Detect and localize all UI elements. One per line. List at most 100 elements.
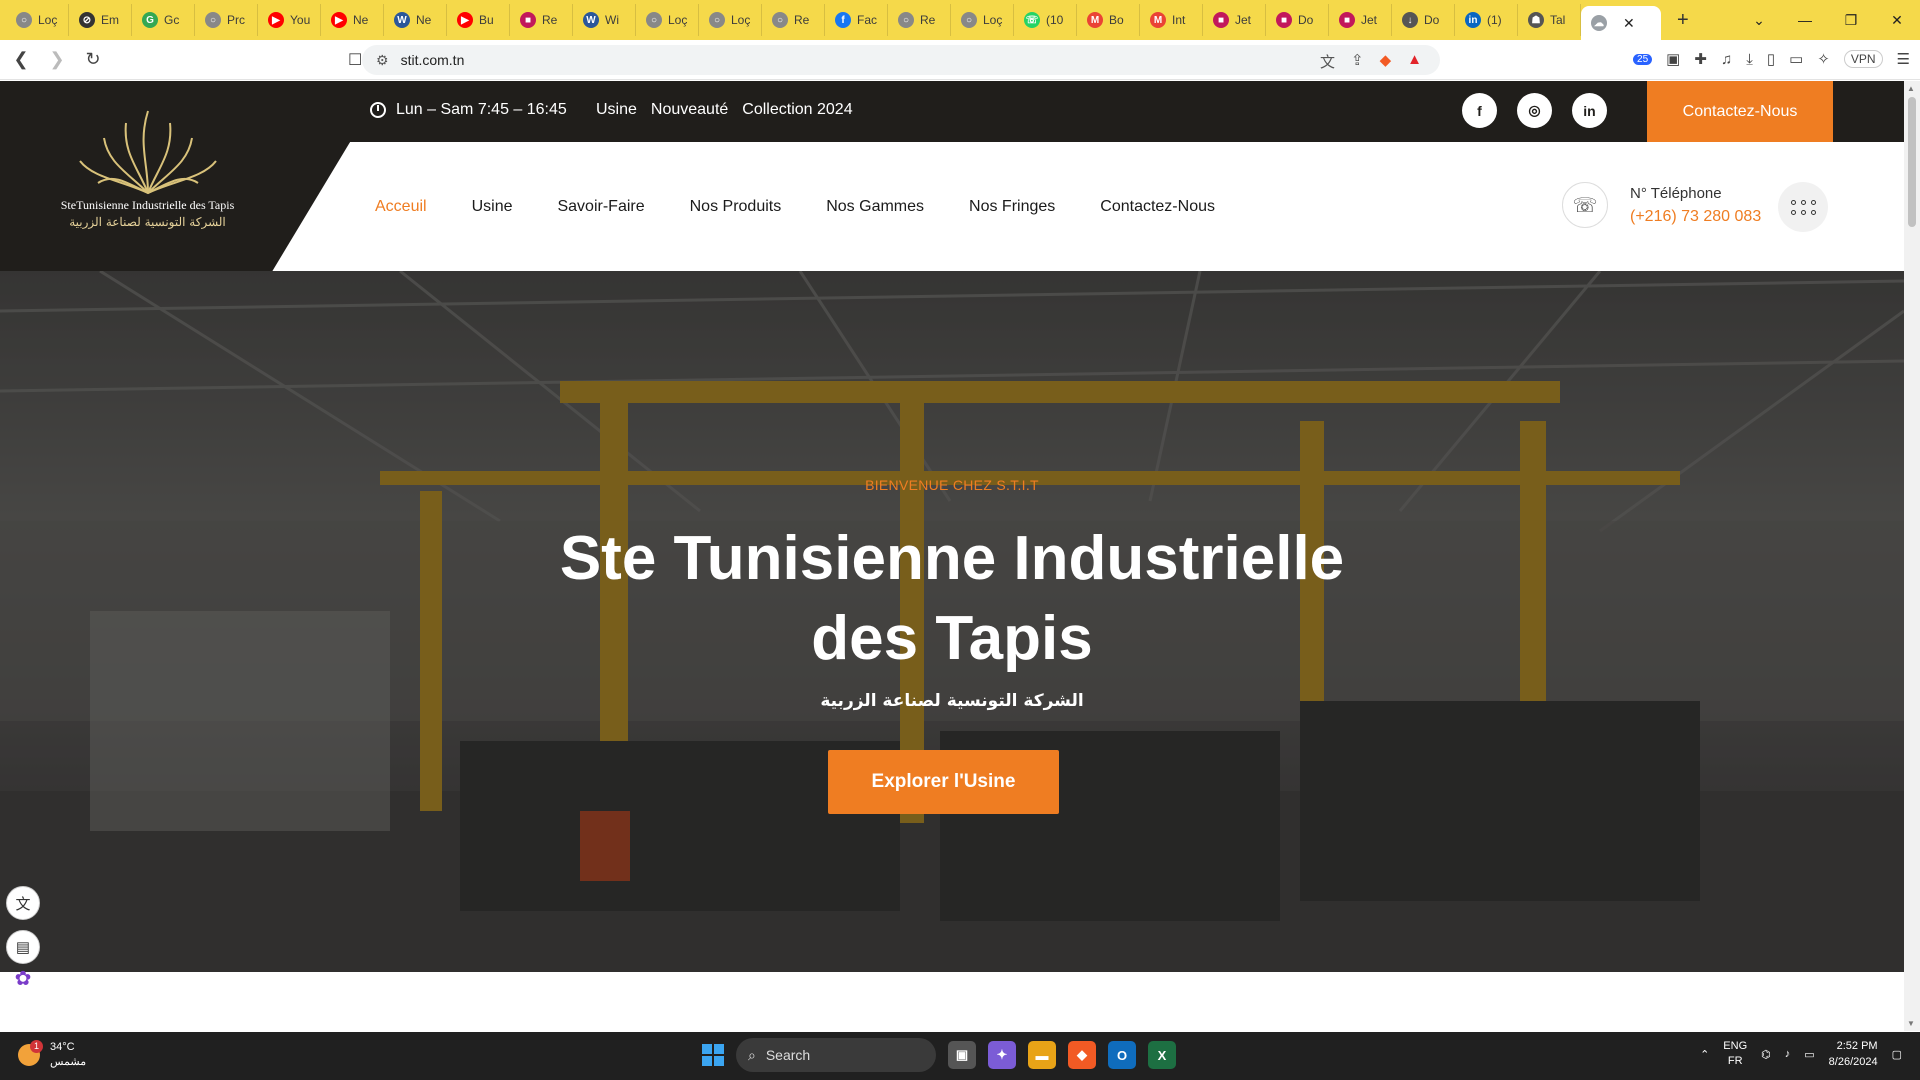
browser-tab[interactable]: ○ Re: [888, 4, 951, 36]
nav-item-usine[interactable]: Usine: [472, 198, 513, 216]
address-bar[interactable]: ⚙ stit.com.tn 文 ⇪ ◆ ▲: [362, 45, 1440, 75]
close-window-button[interactable]: ✕: [1874, 12, 1920, 29]
brave-shields-icon[interactable]: ◆: [1380, 51, 1392, 72]
leo-ai-icon[interactable]: ✧: [1817, 50, 1830, 68]
new-tab-button[interactable]: +: [1677, 9, 1689, 32]
taskbar-clock[interactable]: 2:52 PM 8/26/2024: [1829, 1038, 1878, 1070]
menu-icon[interactable]: ☰: [1897, 50, 1910, 68]
nav-item-acceuil[interactable]: Acceuil: [375, 198, 427, 216]
puzzle-icon[interactable]: ✚: [1694, 50, 1707, 68]
browser-tab[interactable]: ○ Prc: [195, 4, 258, 36]
browser-tab[interactable]: ■ Re: [510, 4, 573, 36]
minimize-button[interactable]: —: [1782, 12, 1828, 28]
network-icon[interactable]: ⌬: [1761, 1048, 1771, 1061]
explore-factory-button[interactable]: Explorer l'Usine: [828, 750, 1059, 814]
language-indicator[interactable]: ENG FR: [1723, 1039, 1747, 1069]
translate-icon[interactable]: 文: [1320, 51, 1335, 72]
nav-item-savoir-faire[interactable]: Savoir-Faire: [557, 198, 644, 216]
offcanvas-menu-button[interactable]: [1778, 182, 1828, 232]
taskbar-search[interactable]: ⌕ Search: [736, 1038, 936, 1072]
browser-tab[interactable]: ○ Re: [762, 4, 825, 36]
linkedin-icon[interactable]: in: [1572, 93, 1607, 128]
nav-item-nos-fringes[interactable]: Nos Fringes: [969, 198, 1055, 216]
notifications-icon[interactable]: ▢: [1892, 1048, 1902, 1061]
browser-tab[interactable]: in (1): [1455, 4, 1518, 36]
vpn-button[interactable]: VPN: [1843, 50, 1883, 68]
site-logo[interactable]: SteTunisienne Industrielle des Tapis الش…: [40, 103, 255, 238]
browser-tab[interactable]: ■ Jet: [1329, 4, 1392, 36]
phone-number[interactable]: (+216) 73 280 083: [1630, 208, 1761, 226]
sidebar-icon[interactable]: ▯: [1767, 50, 1775, 68]
weather-widget[interactable]: 1 34°C مشمس: [18, 1040, 86, 1070]
file-explorer-icon[interactable]: ▬: [1028, 1041, 1056, 1069]
facebook-icon[interactable]: f: [1462, 93, 1497, 128]
nav-item-nos-produits[interactable]: Nos Produits: [690, 198, 782, 216]
browser-tab[interactable]: ☏ (10: [1014, 4, 1077, 36]
contact-cta-button[interactable]: Contactez-Nous: [1647, 81, 1833, 142]
active-tab[interactable]: ☁ ✕: [1581, 6, 1661, 40]
social-links: f ◎ in: [1462, 93, 1607, 128]
site-info-icon[interactable]: ⚙: [376, 52, 389, 69]
browser-tab[interactable]: W Wi: [573, 4, 636, 36]
scroll-up-icon[interactable]: ▲: [1907, 84, 1915, 93]
browser-tab[interactable]: ▶ Bu: [447, 4, 510, 36]
extension-icon[interactable]: ▣: [1666, 50, 1680, 68]
reader-mode-icon[interactable]: ▤: [6, 930, 40, 964]
browser-tab[interactable]: ▶ You: [258, 4, 321, 36]
browser-tab[interactable]: ○ Loç: [6, 4, 69, 36]
browser-tab[interactable]: ▶ Ne: [321, 4, 384, 36]
task-view-icon[interactable]: ▣: [948, 1041, 976, 1069]
browser-tab[interactable]: M Int: [1140, 4, 1203, 36]
reload-icon[interactable]: ↻: [78, 49, 108, 70]
scrollbar-thumb[interactable]: [1908, 97, 1916, 227]
clock-icon: [370, 102, 386, 118]
browser-tab[interactable]: ↓ Do: [1392, 4, 1455, 36]
browser-tab[interactable]: M Bo: [1077, 4, 1140, 36]
brave-browser-icon[interactable]: ◆: [1068, 1041, 1096, 1069]
phone-icon: ☏: [1562, 182, 1608, 228]
media-icon[interactable]: ♫: [1721, 51, 1732, 68]
nav-item-contactez-nous[interactable]: Contactez-Nous: [1100, 198, 1215, 216]
excel-icon[interactable]: X: [1148, 1041, 1176, 1069]
top-link-usine[interactable]: Usine: [596, 101, 637, 119]
browser-tab[interactable]: ○ Loç: [951, 4, 1014, 36]
tab-search-dropdown-icon[interactable]: ⌄: [1736, 12, 1782, 29]
browser-tab[interactable]: ○ Loç: [636, 4, 699, 36]
ai-assistant-icon[interactable]: ✿: [6, 961, 40, 995]
copilot-icon[interactable]: ✦: [988, 1041, 1016, 1069]
browser-toolbar: ❮ ❯ ↻ ☐ ⚙ stit.com.tn 文 ⇪ ◆ ▲ 25 ▣ ✚ ♫ ⤓…: [0, 40, 1920, 80]
url-text[interactable]: stit.com.tn: [401, 52, 465, 68]
page-scrollbar[interactable]: ▲ ▼: [1904, 81, 1920, 1031]
brave-rewards-icon[interactable]: ▲: [1407, 51, 1422, 72]
browser-tab[interactable]: ⊘ Em: [69, 4, 132, 36]
browser-tab[interactable]: ☗ Tal: [1518, 4, 1581, 36]
tab-favicon-icon: f: [835, 12, 851, 28]
tray-overflow-icon[interactable]: ⌃: [1700, 1048, 1709, 1061]
browser-tab[interactable]: W Ne: [384, 4, 447, 36]
instagram-icon[interactable]: ◎: [1517, 93, 1552, 128]
browser-tab[interactable]: ■ Do: [1266, 4, 1329, 36]
downloads-icon[interactable]: ⤓: [1746, 51, 1753, 68]
extension-badge-icon[interactable]: 25: [1633, 53, 1653, 65]
windows-start-icon[interactable]: [702, 1044, 724, 1066]
tab-favicon-icon: ▶: [268, 12, 284, 28]
nav-item-nos-gammes[interactable]: Nos Gammes: [826, 198, 924, 216]
top-link-collection[interactable]: Collection 2024: [742, 101, 852, 119]
browser-tab[interactable]: G Gc: [132, 4, 195, 36]
volume-icon[interactable]: ♪: [1785, 1048, 1791, 1060]
battery-icon[interactable]: ▭: [1804, 1048, 1814, 1061]
close-tab-icon[interactable]: ✕: [1623, 15, 1635, 32]
scroll-down-icon[interactable]: ▼: [1907, 1019, 1915, 1028]
back-icon[interactable]: ❮: [6, 49, 36, 70]
browser-tab[interactable]: ○ Loç: [699, 4, 762, 36]
forward-icon[interactable]: ❯: [42, 49, 72, 70]
share-icon[interactable]: ⇪: [1351, 51, 1364, 72]
maximize-button[interactable]: ❐: [1828, 12, 1874, 29]
browser-tab[interactable]: f Fac: [825, 4, 888, 36]
translate-widget-icon[interactable]: 文: [6, 886, 40, 920]
browser-tab[interactable]: ■ Jet: [1203, 4, 1266, 36]
top-link-nouveaute[interactable]: Nouveauté: [651, 101, 728, 119]
bookmark-icon[interactable]: ☐: [348, 50, 362, 70]
wallet-icon[interactable]: ▭: [1789, 50, 1803, 68]
outlook-icon[interactable]: O: [1108, 1041, 1136, 1069]
